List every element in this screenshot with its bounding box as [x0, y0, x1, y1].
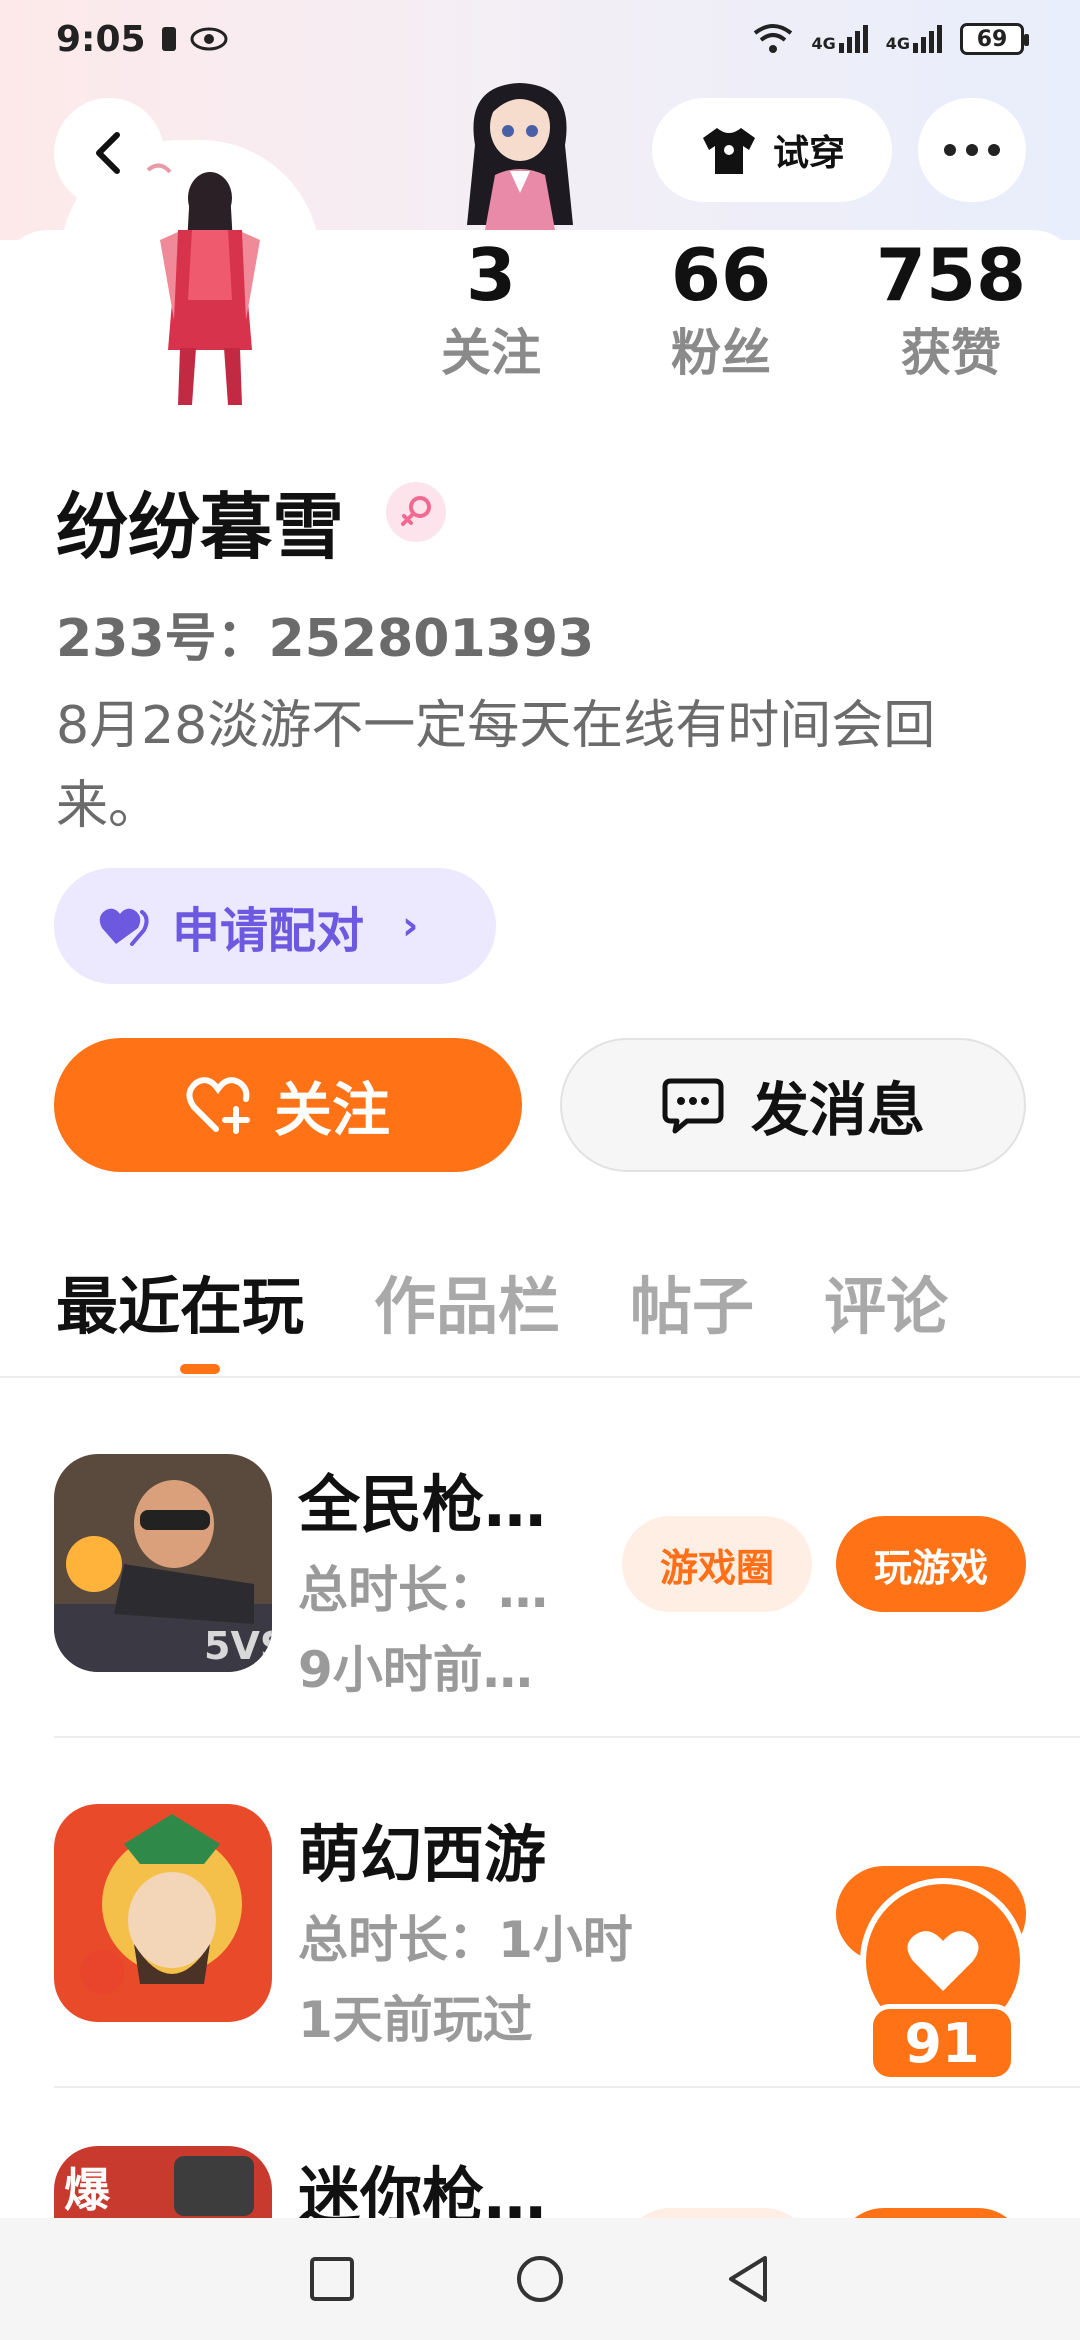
- list-item[interactable]: 5VS 全民枪… 总时长：… 9小时前… 游戏圈 玩游戏: [54, 1454, 1080, 1699]
- stat-following[interactable]: 3 关注: [406, 232, 576, 388]
- stat-fans-label: 粉丝: [671, 324, 771, 382]
- tshirt-icon: [702, 128, 755, 174]
- signal-icon: 4G: [811, 25, 868, 53]
- system-nav-bar: [0, 2218, 1080, 2340]
- game-title: 萌幻西游: [298, 1818, 547, 1891]
- chat-bubble-icon: [662, 1078, 724, 1134]
- tab-posts[interactable]: 帖子: [630, 1256, 754, 1346]
- stat-fans[interactable]: 66 粉丝: [636, 232, 806, 388]
- dot-icon: [966, 144, 978, 156]
- follow-button[interactable]: 关注: [54, 1038, 522, 1172]
- eye-icon: [190, 27, 228, 51]
- stat-likes-label: 获赞: [901, 324, 1001, 382]
- stat-following-label: 关注: [441, 324, 541, 382]
- game-playtime: 总时长：1小时: [298, 1911, 633, 1969]
- stat-likes[interactable]: 758 获赞: [866, 232, 1036, 388]
- sim-icon: [161, 27, 176, 51]
- list-item[interactable]: 爆 迷你枪…: [54, 2146, 1080, 2226]
- svg-text:5VS: 5VS: [204, 1624, 272, 1668]
- like-count-badge: 91: [868, 2004, 1016, 2082]
- tab-comments[interactable]: 评论: [824, 1256, 948, 1346]
- chevron-right-icon: ›: [402, 903, 419, 949]
- heart-icon: [907, 1931, 979, 1991]
- stat-likes-value: 758: [875, 233, 1027, 317]
- bio: 8月28淡游不一定每天在线有时间会回来。: [56, 696, 936, 836]
- recents-icon[interactable]: [309, 2256, 355, 2302]
- game-circle-button[interactable]: 游戏圈: [622, 1516, 812, 1612]
- follow-label: 关注: [273, 1076, 390, 1144]
- more-button[interactable]: [918, 98, 1026, 202]
- game-icon: [54, 1804, 272, 2022]
- try-on-label: 试穿: [772, 133, 845, 174]
- profile-tabs: 最近在玩 作品栏 帖子 评论: [56, 1256, 1018, 1346]
- heart-pair-icon: [99, 908, 149, 946]
- play-game-button[interactable]: 玩游戏: [836, 1516, 1026, 1612]
- nickname: 纷纷暮雪: [56, 485, 345, 569]
- signal-icon-2: 4G: [886, 25, 942, 53]
- dress-up-figure[interactable]: [455, 75, 585, 230]
- svg-text:爆: 爆: [64, 2163, 111, 2217]
- try-on-button[interactable]: 试穿: [652, 98, 892, 202]
- game-title: 迷你枪…: [298, 2160, 547, 2226]
- game-icon: 5VS: [54, 1454, 272, 1672]
- dot-icon: [944, 144, 956, 156]
- wifi-icon: [754, 24, 793, 53]
- stat-fans-value: 66: [670, 233, 772, 317]
- female-gender-icon: [386, 482, 446, 542]
- battery-icon: 69: [960, 23, 1029, 55]
- home-icon[interactable]: [515, 2254, 565, 2304]
- apply-pair-button[interactable]: 申请配对 ›: [54, 868, 496, 984]
- status-bar: 9:05 4G 4G 69: [0, 0, 1080, 78]
- chevron-left-icon: [96, 132, 120, 174]
- active-tab-indicator: [180, 1364, 220, 1374]
- row-divider: [54, 2086, 1080, 2088]
- message-label: 发消息: [750, 1076, 925, 1144]
- dot-icon: [988, 144, 1000, 156]
- avatar[interactable]: [140, 160, 270, 410]
- game-icon: 爆: [54, 2146, 272, 2226]
- game-last-played: 9小时前…: [298, 1641, 533, 1699]
- message-button[interactable]: 发消息: [560, 1038, 1026, 1172]
- apply-pair-label: 申请配对: [172, 903, 365, 959]
- game-title: 全民枪…: [298, 1468, 547, 1541]
- back-nav-icon[interactable]: [725, 2254, 771, 2304]
- row-divider: [54, 1736, 1080, 1738]
- game-last-played: 1天前玩过: [298, 1991, 533, 2049]
- tabs-divider: [0, 1376, 1080, 1378]
- user-id: 233号：252801393: [56, 609, 595, 669]
- game-playtime: 总时长：…: [298, 1561, 548, 1619]
- tab-recently-played[interactable]: 最近在玩: [56, 1256, 304, 1346]
- heart-plus-icon: [186, 1077, 250, 1134]
- stat-following-value: 3: [465, 233, 517, 317]
- status-time: 9:05: [56, 18, 146, 60]
- tab-works[interactable]: 作品栏: [374, 1256, 560, 1346]
